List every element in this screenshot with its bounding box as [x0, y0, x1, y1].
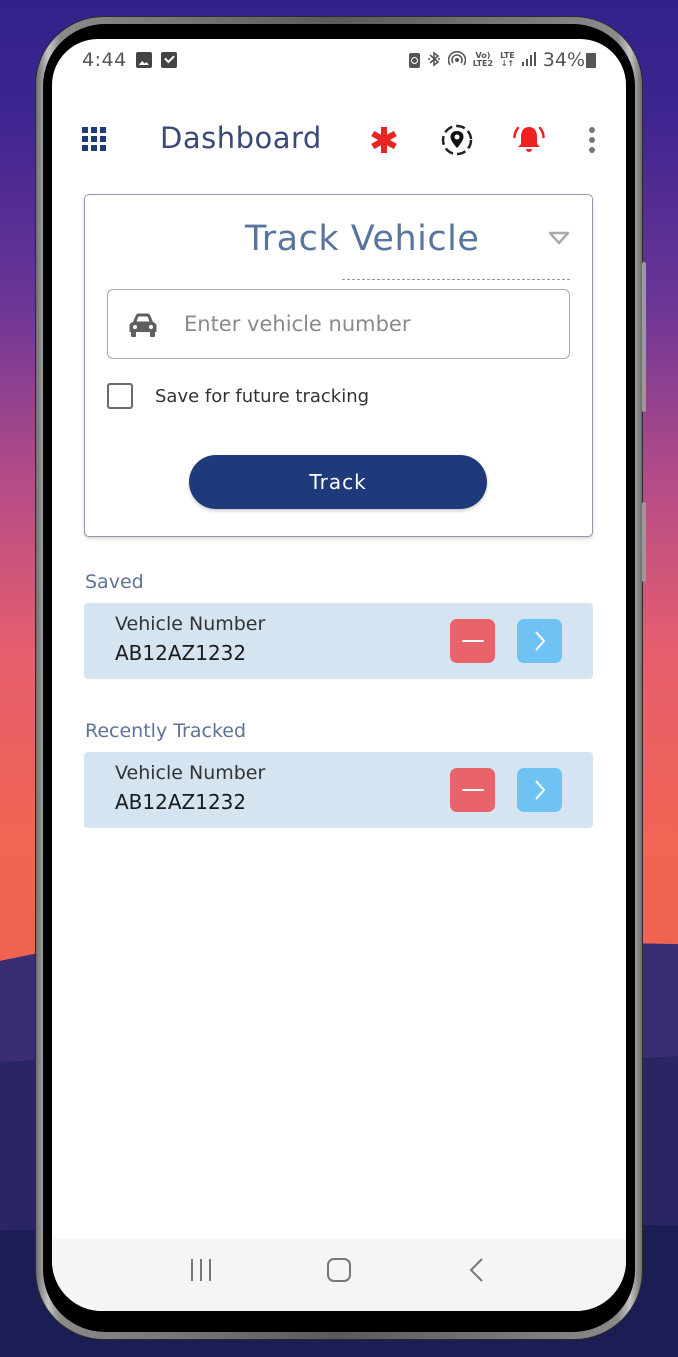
- battery-saver-icon: [408, 52, 420, 68]
- battery-percent: 34%: [542, 49, 585, 71]
- app-header: Dashboard: [52, 109, 626, 169]
- recents-icon: [191, 1259, 211, 1281]
- remove-recent-button[interactable]: [450, 768, 495, 812]
- minus-icon: [461, 788, 484, 792]
- back-button[interactable]: [457, 1250, 497, 1290]
- status-time: 4:44: [82, 49, 127, 71]
- home-icon: [327, 1258, 351, 1282]
- open-saved-button[interactable]: [517, 619, 562, 663]
- checkbox-notification-icon: [160, 52, 177, 68]
- vehicle-number-field: [107, 289, 570, 359]
- screen: 4:44 Vo) LTE2 LTE ↓↑ 34% Dashboard Track…: [52, 39, 626, 1311]
- volume-button: [642, 262, 646, 412]
- location-pin-icon: [441, 124, 473, 156]
- chevron-right-icon: [534, 631, 545, 651]
- track-button[interactable]: Track: [189, 455, 487, 509]
- location-button[interactable]: [440, 123, 474, 157]
- vehicle-number-value: AB12AZ1232: [115, 790, 247, 814]
- system-nav-bar: [52, 1239, 626, 1311]
- status-bar: 4:44 Vo) LTE2 LTE ↓↑ 34%: [52, 39, 626, 81]
- back-icon: [469, 1258, 483, 1282]
- recents-button[interactable]: [181, 1250, 221, 1290]
- save-for-future-toggle[interactable]: Save for future tracking: [107, 383, 369, 409]
- status-icons: Vo) LTE2 LTE ↓↑ 34%: [408, 49, 596, 71]
- asterisk-icon: [371, 127, 397, 153]
- grid-menu-icon[interactable]: [82, 127, 106, 151]
- phone-frame: 4:44 Vo) LTE2 LTE ↓↑ 34% Dashboard Track…: [36, 17, 646, 1339]
- more-vertical-icon: [589, 127, 595, 153]
- track-vehicle-card: Track Vehicle Sav: [84, 194, 593, 537]
- save-checkbox[interactable]: [107, 383, 133, 409]
- chevron-right-icon: [534, 780, 545, 800]
- vehicle-number-input[interactable]: [184, 300, 557, 348]
- open-recent-button[interactable]: [517, 768, 562, 812]
- vehicle-number-label: Vehicle Number: [115, 762, 266, 784]
- car-icon: [129, 313, 157, 337]
- emergency-button[interactable]: [367, 123, 401, 157]
- bell-icon: [513, 126, 545, 152]
- track-vehicle-title: Track Vehicle: [245, 219, 480, 259]
- remove-saved-button[interactable]: [450, 619, 495, 663]
- triangle-down-icon: [548, 231, 570, 245]
- recent-vehicle-row[interactable]: Vehicle Number AB12AZ1232: [84, 752, 593, 828]
- recently-tracked-section-label: Recently Tracked: [85, 720, 247, 742]
- save-checkbox-label: Save for future tracking: [155, 385, 370, 407]
- power-button: [642, 502, 646, 582]
- vehicle-number-label: Vehicle Number: [115, 613, 266, 635]
- title-underline: [342, 279, 570, 280]
- saved-section-label: Saved: [85, 571, 144, 593]
- bluetooth-icon: [427, 50, 441, 70]
- hotspot-icon: [447, 50, 467, 70]
- alerts-button[interactable]: [512, 123, 546, 157]
- page-title: Dashboard: [160, 121, 322, 155]
- volte-icon: Vo) LTE2: [472, 51, 494, 68]
- card-dropdown-toggle[interactable]: [548, 230, 570, 245]
- more-options-button[interactable]: [575, 123, 609, 157]
- lte-icon: LTE ↓↑: [500, 51, 515, 68]
- minus-icon: [461, 639, 484, 643]
- home-button[interactable]: [319, 1250, 359, 1290]
- battery-icon: [586, 52, 596, 68]
- gallery-icon: [135, 52, 152, 68]
- saved-vehicle-row[interactable]: Vehicle Number AB12AZ1232: [84, 603, 593, 679]
- signal-icon: [521, 51, 536, 69]
- vehicle-number-value: AB12AZ1232: [115, 641, 247, 665]
